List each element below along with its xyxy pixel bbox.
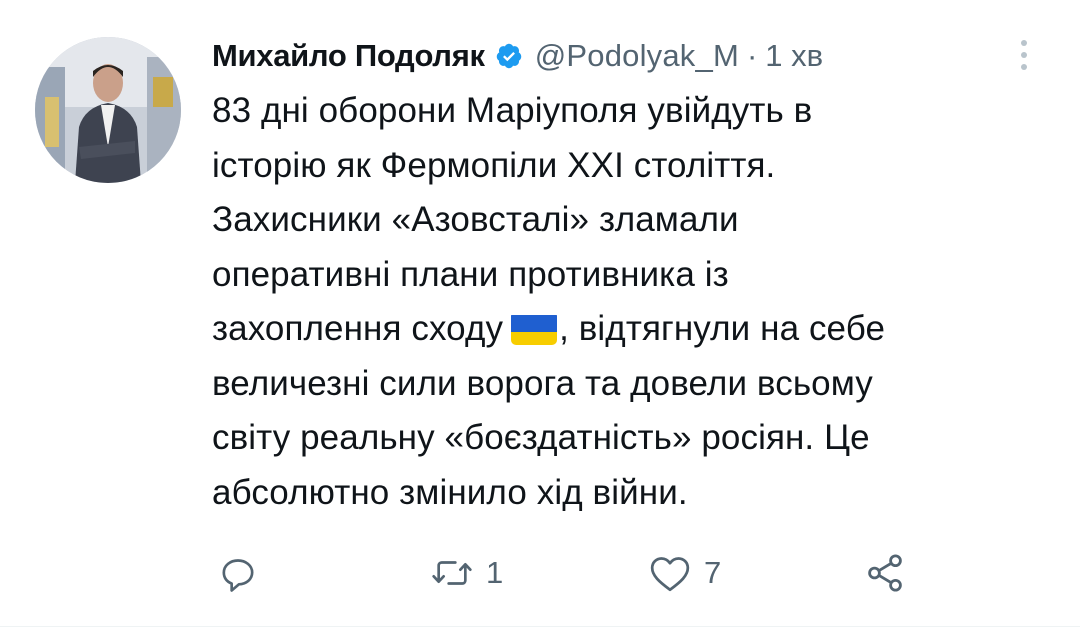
like-button[interactable]: 7 xyxy=(648,548,721,598)
tweet-text-line: світу реальну «боєздатність» росіян. Це xyxy=(212,418,870,457)
tweet-text-fragment: , відтягнули на себе xyxy=(559,309,886,348)
tweet-text-line: оперативні плани противника із xyxy=(212,254,729,294)
share-icon xyxy=(864,552,906,594)
tweet-text-fragment: захоплення сходу xyxy=(212,309,504,348)
tweet-text-line: абсолютно змінило хід війни. xyxy=(212,472,688,512)
tweet-text-line: 83 дні оборони Маріуполя увійдуть в xyxy=(212,91,813,130)
tweet-text: 83 дні оборони Маріуполя увійдуть в істо… xyxy=(212,84,1032,520)
divider xyxy=(0,626,1080,627)
timestamp[interactable]: 1 хв xyxy=(765,38,823,74)
tweet-text-line: величезні сили ворога та довели всьому xyxy=(212,363,873,403)
tweet-actions: 1 7 xyxy=(0,548,1080,598)
tweet-text-line: Захисники «Азовсталі» зламали xyxy=(212,200,739,239)
tweet-header: Михайло Подоляк @Podolyak_M · 1 хв xyxy=(212,34,823,78)
author-name[interactable]: Михайло Подоляк xyxy=(212,38,485,74)
more-vertical-icon[interactable] xyxy=(1014,38,1034,72)
like-count: 7 xyxy=(704,555,722,590)
separator-dot: · xyxy=(746,38,758,73)
author-handle[interactable]: @Podolyak_M xyxy=(535,38,739,74)
retweet-button[interactable]: 1 xyxy=(430,548,503,598)
ukraine-flag-emoji xyxy=(511,311,558,345)
retweet-icon xyxy=(430,553,474,593)
share-button[interactable] xyxy=(864,548,906,598)
verified-badge-icon xyxy=(495,42,523,70)
reply-button[interactable] xyxy=(218,548,258,598)
reply-icon xyxy=(218,553,258,593)
tweet[interactable]: Михайло Подоляк @Podolyak_M · 1 хв 83 дн… xyxy=(0,0,1080,630)
tweet-text-line: історію як Фермопіли XXI століття. xyxy=(212,145,776,185)
tweet-text-line-with-flag: захоплення сходу , відтягнули на себе xyxy=(212,302,1032,357)
heart-icon xyxy=(648,553,692,593)
retweet-count: 1 xyxy=(486,555,504,590)
avatar[interactable] xyxy=(35,37,181,183)
